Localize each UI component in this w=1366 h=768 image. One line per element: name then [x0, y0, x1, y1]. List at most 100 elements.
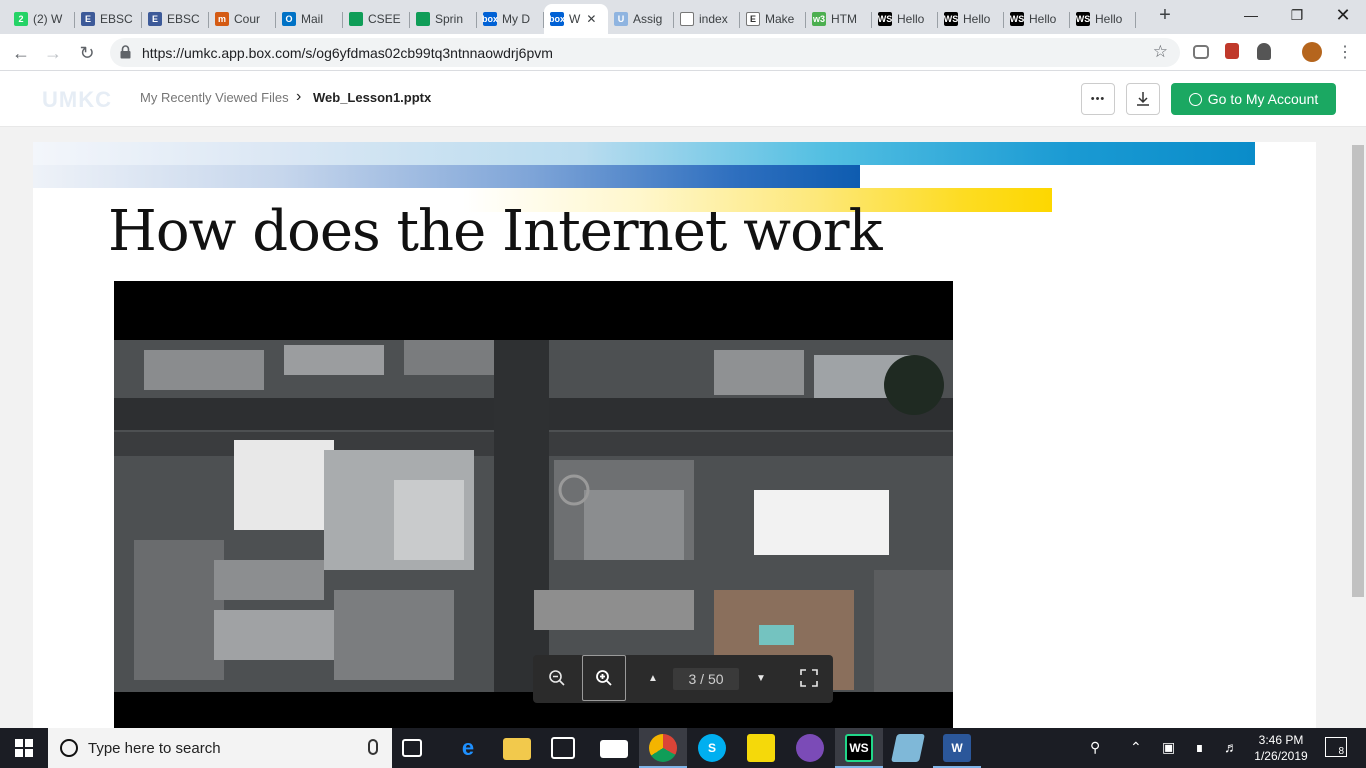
browser-tab[interactable]: w3 HTM	[806, 4, 872, 34]
tab-label: Sprin	[435, 12, 464, 26]
browser-tab[interactable]: box My D	[477, 4, 544, 34]
battery-icon[interactable]: ▣	[1162, 739, 1175, 756]
file-preview: How does the Internet work	[0, 127, 1350, 728]
webstorm-icon[interactable]: WS	[845, 734, 873, 762]
browser-tab[interactable]: WS Hello	[1004, 4, 1070, 34]
close-window-button[interactable]: ✕	[1320, 0, 1366, 30]
new-tab-button[interactable]: +	[1155, 5, 1175, 26]
system-clock[interactable]: 3:46 PM 1/26/2019	[1250, 732, 1312, 764]
tab-label: Assig	[633, 12, 663, 26]
restore-button[interactable]: ❐	[1274, 0, 1320, 30]
browser-tab[interactable]: box W ✕	[544, 4, 608, 34]
next-page-button[interactable]: ▼	[739, 655, 783, 701]
w3-icon: w3	[812, 12, 826, 26]
reload-icon[interactable]: ↻	[76, 42, 98, 64]
search-placeholder: Type here to search	[88, 739, 221, 757]
shield-icon[interactable]	[1257, 43, 1271, 60]
browser-menu-icon[interactable]: ⋮	[1334, 42, 1356, 64]
url-field[interactable]: https://umkc.app.box.com/s/og6yfdmas02cb…	[110, 38, 1180, 67]
user-icon	[1188, 92, 1202, 106]
browser-tab[interactable]: E Make	[740, 4, 806, 34]
tab-label: (2) W	[33, 12, 63, 26]
slide-title: How does the Internet work	[108, 199, 883, 264]
fullscreen-icon	[800, 669, 818, 687]
volume-icon[interactable]: ♬	[1224, 739, 1238, 755]
umkc-logo: UMKC	[42, 87, 112, 112]
tab-label: Cour	[234, 12, 261, 26]
store-icon[interactable]	[551, 737, 575, 759]
notifications-button[interactable]: 8	[1325, 737, 1347, 757]
mail-icon[interactable]	[600, 740, 628, 758]
browser-tab[interactable]: E EBSC	[75, 4, 142, 34]
file-explorer-icon[interactable]	[503, 738, 531, 760]
browser-tab[interactable]: O Mail	[276, 4, 343, 34]
sticky-notes-icon[interactable]	[747, 734, 775, 762]
fullscreen-button[interactable]	[787, 655, 831, 701]
github-desktop-icon[interactable]	[796, 734, 824, 762]
decor-bar-cyan	[33, 142, 1255, 165]
browser-tab[interactable]: CSEE	[343, 4, 410, 34]
ebsco-icon: E	[81, 12, 95, 26]
webstorm-icon: WS	[943, 12, 959, 26]
back-icon[interactable]: ←	[10, 42, 32, 64]
start-button[interactable]	[0, 728, 48, 768]
ebsco-icon: E	[148, 12, 162, 26]
snip-icon[interactable]	[891, 734, 925, 762]
download-icon	[1137, 92, 1149, 106]
wifi-icon[interactable]: ∎	[1195, 739, 1204, 756]
taskbar-search[interactable]: Type here to search	[48, 728, 392, 768]
scrollbar-thumb[interactable]	[1352, 145, 1364, 597]
more-options-button[interactable]: •••	[1081, 83, 1115, 115]
browser-tab[interactable]: E EBSC	[142, 4, 209, 34]
tab-label: EBSC	[167, 12, 200, 26]
close-tab-icon[interactable]: ✕	[586, 12, 596, 26]
forward-icon[interactable]: →	[42, 42, 64, 64]
tab-label: Hello	[963, 12, 991, 26]
breadcrumb-parent[interactable]: My Recently Viewed Files	[140, 90, 289, 105]
tab-label: W	[569, 12, 581, 26]
task-view-icon[interactable]	[402, 739, 422, 757]
tab-label: Hello	[1029, 12, 1057, 26]
microphone-icon[interactable]	[368, 739, 378, 755]
browser-tab[interactable]: m Cour	[209, 4, 276, 34]
skype-icon[interactable]: S	[698, 734, 726, 762]
edge-icon[interactable]: e	[454, 734, 482, 762]
clock-time: 3:46 PM	[1258, 733, 1304, 747]
zoom-in-button[interactable]	[582, 655, 626, 701]
previous-page-button[interactable]: ▲	[631, 655, 675, 701]
page-scrollbar[interactable]	[1350, 127, 1366, 728]
browser-tab[interactable]: index	[674, 4, 740, 34]
bookmark-star-icon[interactable]: ☆	[1153, 42, 1168, 62]
decor-bar-blue	[33, 165, 860, 188]
word-icon[interactable]: W	[943, 734, 971, 762]
url-text: https://umkc.app.box.com/s/og6yfdmas02cb…	[142, 45, 553, 61]
umkc-icon: U	[614, 12, 628, 26]
whatsapp-icon: 2	[14, 12, 28, 26]
box-icon: box	[482, 12, 499, 26]
go-to-account-button[interactable]: Go to My Account	[1171, 83, 1336, 115]
browser-tab[interactable]: 2 (2) W	[8, 4, 75, 34]
aerial-city-image	[114, 340, 953, 692]
minimize-button[interactable]: —	[1228, 0, 1274, 30]
people-icon[interactable]: ⚲	[1090, 739, 1100, 756]
tab-label: HTM	[831, 12, 857, 26]
browser-tab[interactable]: WS Hello	[1070, 4, 1136, 34]
browser-tab[interactable]: WS Hello	[872, 4, 938, 34]
tab-label: Hello	[1095, 12, 1123, 26]
chrome-icon[interactable]	[649, 734, 677, 762]
tab-label: Hello	[897, 12, 925, 26]
tab-label: EBSC	[100, 12, 133, 26]
zoom-out-button[interactable]	[535, 655, 579, 701]
browser-tab[interactable]: Sprin	[410, 4, 477, 34]
caret-down-icon: ▼	[756, 672, 766, 684]
show-hidden-icons-icon[interactable]: ⌃	[1130, 739, 1142, 756]
pdf-icon[interactable]	[1225, 43, 1239, 59]
page-indicator[interactable]: 3 / 50	[673, 668, 739, 690]
browser-tab[interactable]: WS Hello	[938, 4, 1004, 34]
avatar[interactable]	[1302, 42, 1322, 62]
browser-tab[interactable]: U Assig	[608, 4, 674, 34]
camera-icon[interactable]	[1193, 45, 1209, 59]
lock-icon	[120, 45, 131, 59]
download-button[interactable]	[1126, 83, 1160, 115]
outlook-icon: O	[282, 12, 296, 26]
